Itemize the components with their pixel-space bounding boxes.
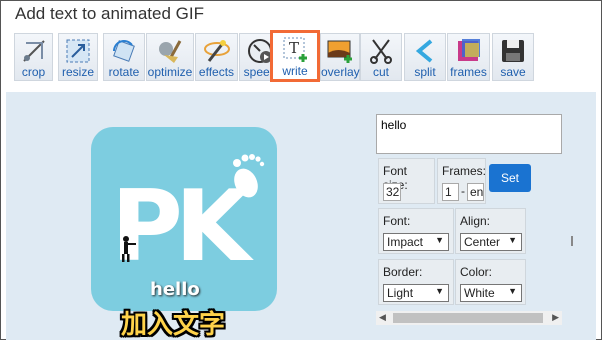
border-label: Border: [383, 265, 423, 279]
rotate-icon [113, 40, 135, 62]
toolbar-label: optimize [147, 65, 193, 79]
magic-wand-icon [203, 40, 230, 62]
scroll-left-icon[interactable]: ◀ [379, 312, 386, 323]
scroll-right-icon[interactable]: ▶ [552, 312, 559, 323]
text-input[interactable]: hello [376, 114, 562, 154]
broom-icon [159, 40, 182, 63]
font-group: Font: Impact ▼ [378, 208, 454, 254]
chevron-down-icon: ▼ [435, 235, 444, 245]
optimize-button[interactable]: optimize [146, 33, 194, 81]
toolbar-label: rotate [108, 65, 140, 79]
frames-group: Frames: 1 - end [437, 158, 486, 204]
font-size-input[interactable]: 32 [383, 183, 401, 201]
font-size-group: Font size: 32 [378, 158, 435, 204]
set-button[interactable]: Set [489, 164, 531, 192]
cut-button[interactable]: cut [360, 33, 402, 81]
chevron-down-icon: ▼ [508, 286, 517, 296]
floppy-disk-icon [502, 40, 524, 62]
split-icon [415, 39, 433, 63]
scrollbar-thumb[interactable] [393, 313, 543, 323]
chevron-down-icon: ▼ [435, 286, 444, 296]
crop-icon [22, 40, 45, 62]
overlay-text-preview: hello [150, 279, 200, 300]
align-label: Align: [460, 214, 491, 228]
text-add-icon: T [283, 37, 307, 62]
toolbar-label: overlay [321, 65, 360, 79]
color-label: Color: [460, 265, 493, 279]
font-label: Font: [383, 214, 411, 228]
overlay-button[interactable]: overlay [320, 33, 360, 81]
color-select[interactable]: White ▼ [460, 284, 522, 302]
toolbar-label: cut [372, 65, 389, 79]
horizontal-scrollbar[interactable]: ◀ ▶ [376, 311, 562, 325]
frames-start-input[interactable]: 1 [442, 183, 459, 201]
toolbar-label: write [282, 64, 308, 78]
toolbar-label: resize [61, 65, 94, 79]
scissors-icon [370, 39, 392, 64]
frames-end-input[interactable]: end [467, 183, 484, 201]
write-button[interactable]: T write [270, 30, 320, 82]
overlay-caption-cn: 加入文字 [121, 310, 226, 340]
color-group: Color: White ▼ [455, 259, 526, 305]
border-select[interactable]: Light ▼ [383, 284, 449, 302]
font-select[interactable]: Impact ▼ [383, 233, 449, 251]
scroll-indicator [571, 236, 573, 246]
page-title: Add text to animated GIF [15, 4, 204, 23]
frames-button[interactable]: frames [447, 33, 490, 81]
border-select-value: Light [387, 286, 414, 300]
split-button[interactable]: split [404, 33, 446, 81]
effects-button[interactable]: effects [195, 33, 238, 81]
align-group: Align: Center ▼ [455, 208, 526, 254]
toolbar-label: save [500, 65, 526, 79]
crop-button[interactable]: crop [14, 33, 53, 81]
resize-button[interactable]: resize [58, 33, 98, 81]
overlay-image-icon [327, 40, 352, 63]
frames-separator: - [461, 184, 465, 198]
color-select-value: White [464, 286, 495, 300]
border-group: Border: Light ▼ [378, 259, 454, 305]
resize-icon [66, 39, 90, 63]
toolbar-label: frames [450, 65, 487, 79]
toolbar-label: split [414, 65, 436, 79]
toolbar-label: crop [21, 65, 46, 79]
font-select-value: Impact [387, 235, 424, 249]
svg-text:T: T [289, 39, 299, 57]
align-select-value: Center [464, 235, 501, 249]
frames-icon [457, 39, 480, 61]
frames-label: Frames: [442, 164, 487, 178]
rotate-button[interactable]: rotate [103, 33, 145, 81]
chevron-down-icon: ▼ [508, 235, 517, 245]
save-button[interactable]: save [492, 33, 534, 81]
toolbar-label: effects [198, 65, 235, 79]
svg-text:PK: PK [111, 170, 254, 284]
align-select[interactable]: Center ▼ [460, 233, 522, 251]
